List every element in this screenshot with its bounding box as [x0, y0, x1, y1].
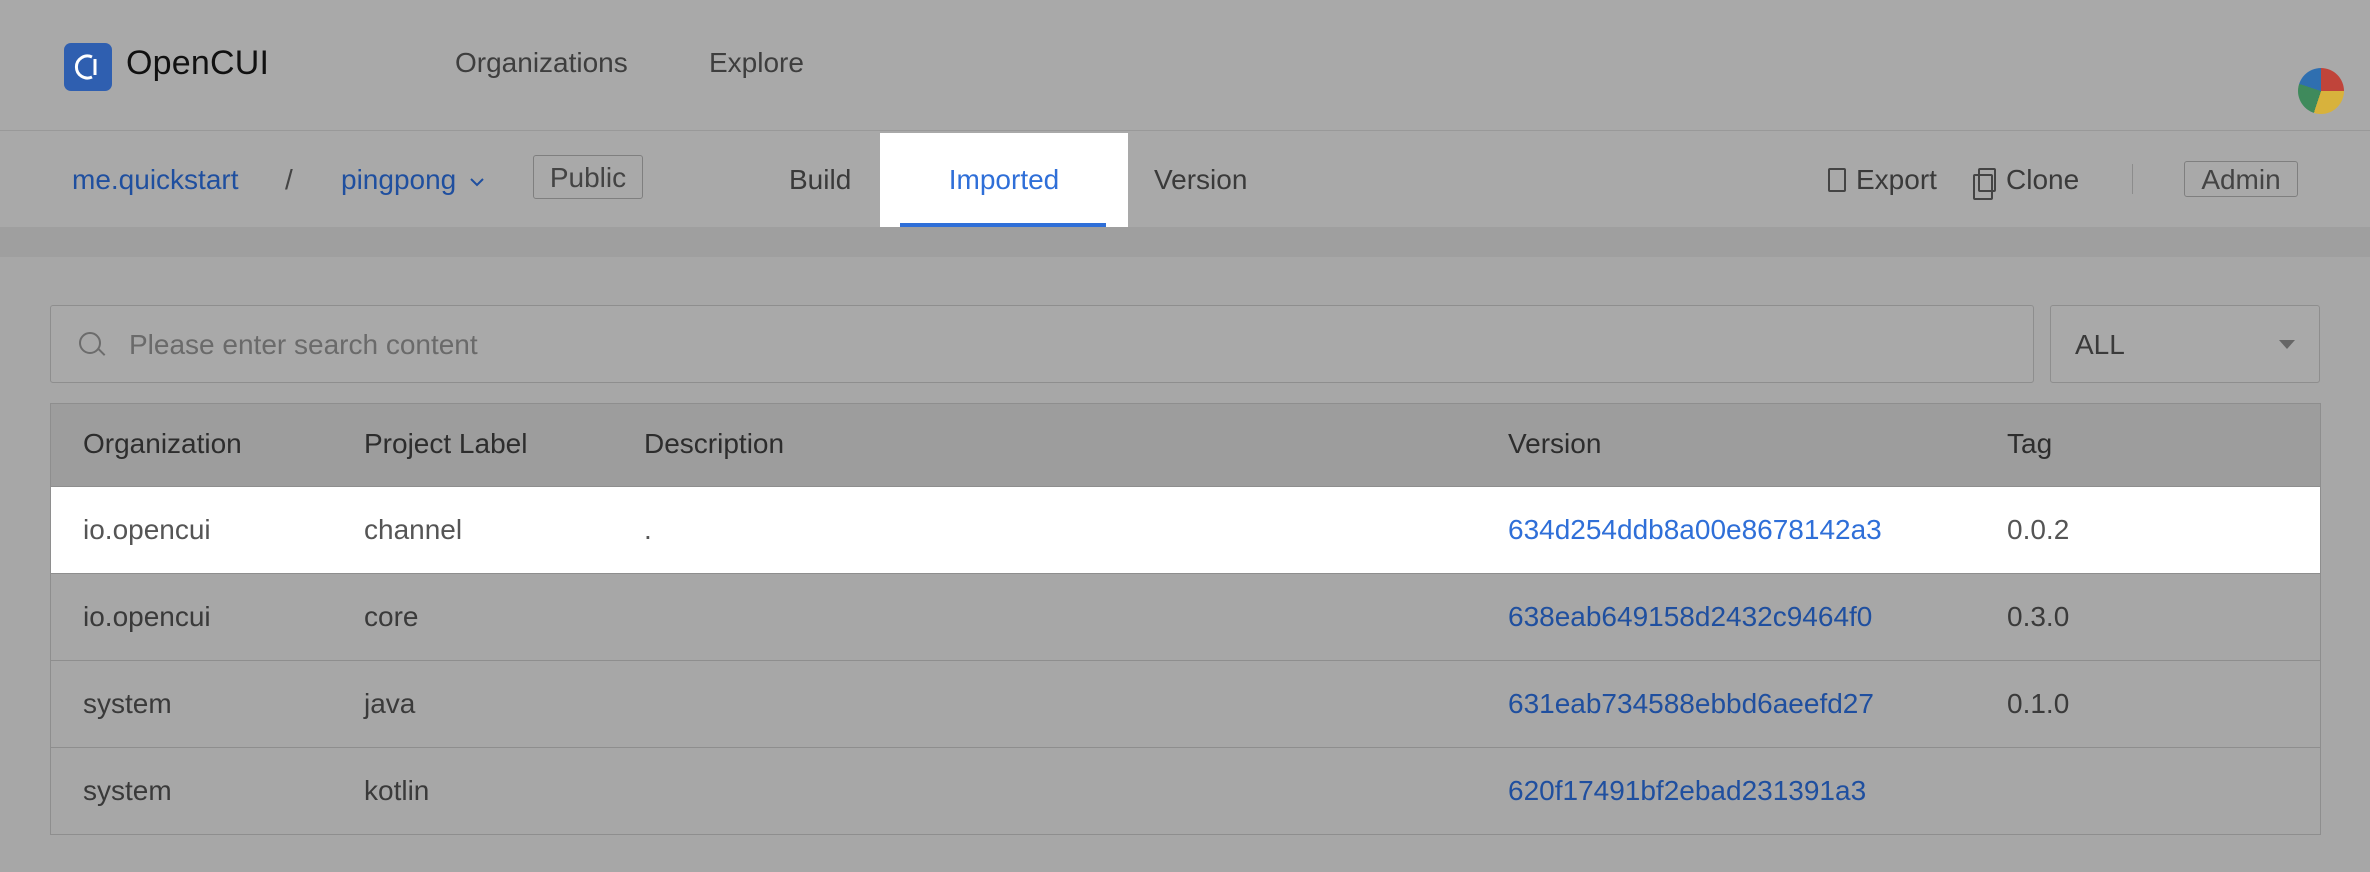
top-bar: OpenCUI Organizations Explore — [0, 0, 2370, 131]
clone-label: Clone — [2006, 164, 2080, 195]
user-avatar[interactable] — [2298, 68, 2344, 114]
tab-build[interactable]: Build — [789, 164, 851, 196]
caret-down-icon — [2279, 340, 2295, 349]
opencui-logo-icon[interactable] — [64, 43, 112, 91]
chevron-down-icon — [470, 178, 484, 187]
column-header-project-label: Project Label — [364, 428, 528, 459]
column-header-version: Version — [1508, 428, 1602, 459]
column-header-description: Description — [644, 428, 785, 459]
filter-selected-value: ALL — [2075, 329, 2125, 360]
search-input[interactable] — [127, 306, 2011, 384]
visibility-badge: Public — [533, 155, 643, 199]
divider — [2132, 164, 2133, 194]
filter-select[interactable]: ALL — [2050, 305, 2320, 383]
export-label: Export — [1856, 164, 1937, 195]
cell-tag: 0.0.2 — [2007, 514, 2070, 545]
copy-icon — [1973, 168, 1996, 200]
cell-version-link[interactable]: 620f17491bf2ebad231391a3 — [1508, 775, 1866, 807]
table-row[interactable]: io.opencui core 638eab649158d2432c9464f0… — [51, 574, 2320, 661]
column-header-tag: Tag — [2007, 428, 2053, 459]
cell-organization: io.opencui — [83, 514, 211, 545]
cell-version-link[interactable]: 634d254ddb8a00e8678142a3 — [1508, 514, 1882, 546]
table-header: Organization Project Label Description V… — [51, 404, 2320, 487]
project-name: pingpong — [341, 164, 457, 195]
search-icon — [79, 332, 101, 354]
document-icon — [1828, 168, 1846, 192]
cell-description: . — [644, 514, 652, 545]
cell-project-label: channel — [364, 514, 463, 545]
imported-table: Organization Project Label Description V… — [50, 403, 2321, 835]
export-button[interactable]: Export — [1828, 164, 1937, 196]
cell-version-link[interactable]: 638eab649158d2432c9464f0 — [1508, 601, 1872, 633]
breadcrumb-org[interactable]: me.quickstart — [72, 164, 239, 196]
column-header-organization: Organization — [83, 428, 242, 459]
tab-version[interactable]: Version — [1154, 164, 1247, 196]
table-row[interactable]: system kotlin 620f17491bf2ebad231391a3 — [51, 748, 2320, 834]
clone-button[interactable]: Clone — [1973, 164, 2080, 200]
nav-organizations[interactable]: Organizations — [455, 47, 628, 79]
nav-explore[interactable]: Explore — [709, 47, 804, 79]
cell-version-link[interactable]: 631eab734588ebbd6aeefd27 — [1508, 688, 1874, 720]
breadcrumb-separator: / — [285, 164, 293, 195]
table-row[interactable]: io.opencui channel . 634d254ddb8a00e8678… — [51, 487, 2320, 574]
cell-organization: system — [83, 775, 172, 806]
cell-project-label: core — [364, 601, 419, 632]
app-name[interactable]: OpenCUI — [126, 44, 269, 83]
cell-project-label: java — [364, 688, 416, 719]
cell-project-label: kotlin — [364, 775, 430, 806]
divider-band — [0, 227, 2370, 257]
cell-tag: 0.3.0 — [2007, 601, 2070, 632]
breadcrumb-project[interactable]: pingpong — [341, 164, 486, 196]
cell-tag: 0.1.0 — [2007, 688, 2070, 719]
tab-imported[interactable]: Imported — [880, 164, 1128, 196]
cell-organization: io.opencui — [83, 601, 211, 632]
admin-button[interactable]: Admin — [2184, 161, 2298, 197]
cell-organization: system — [83, 688, 172, 719]
search-box[interactable] — [50, 305, 2034, 384]
table-row[interactable]: system java 631eab734588ebbd6aeefd27 0.1… — [51, 661, 2320, 748]
